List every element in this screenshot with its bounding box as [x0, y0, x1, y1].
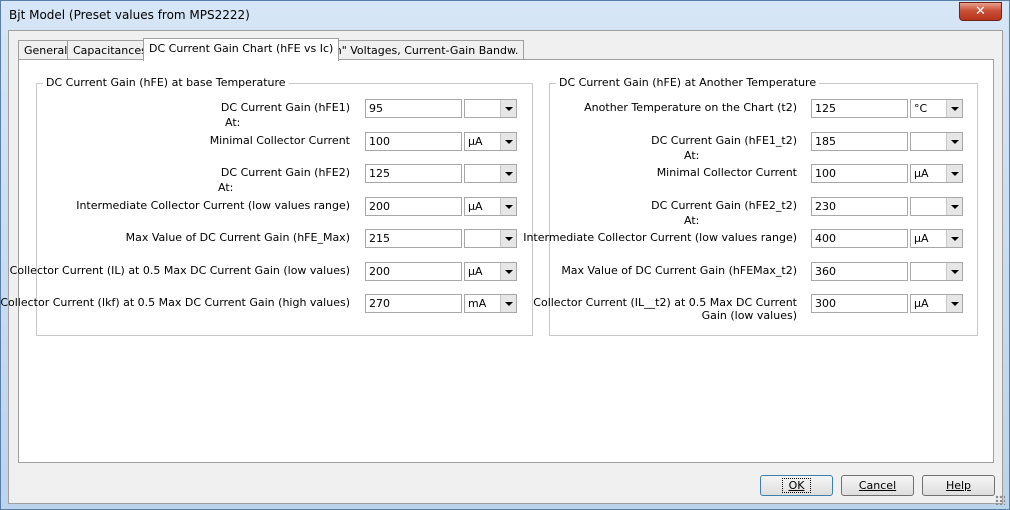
- label-hfe1-t2: DC Current Gain (hFE1_t2): [651, 134, 797, 147]
- chevron-down-icon: [500, 230, 516, 247]
- intermediate-collector-current-unit-value: µA: [468, 200, 483, 213]
- close-icon: ✕: [975, 4, 986, 19]
- label-temperature-t2: Another Temperature on the Chart (t2): [584, 101, 797, 114]
- collector-current-ikf-input[interactable]: [365, 294, 462, 313]
- group-base-temperature: DC Current Gain (hFE) at base Temperatur…: [0, 76, 533, 336]
- chevron-down-icon: [946, 133, 962, 150]
- group-title: DC Current Gain (hFE) at base Temperatur…: [43, 76, 289, 89]
- chevron-down-icon: [500, 295, 516, 312]
- collector-current-il-t2-unit-value: µA: [914, 297, 929, 310]
- intermediate-collector-current-t2-unit-value: µA: [914, 232, 929, 245]
- chevron-down-icon: [500, 133, 516, 150]
- cancel-button[interactable]: Cancel: [841, 475, 914, 496]
- chevron-down-icon: [946, 263, 962, 280]
- help-button-label: Help: [945, 479, 972, 492]
- collector-current-ikf-unit-select[interactable]: mA: [464, 294, 517, 313]
- ok-button-label: OK: [781, 478, 812, 493]
- intermediate-collector-current-input[interactable]: [365, 197, 462, 216]
- ok-button[interactable]: OK: [760, 475, 833, 496]
- intermediate-collector-current-t2-input[interactable]: [811, 229, 908, 248]
- collector-current-il-t2-unit-select[interactable]: µA: [910, 294, 963, 313]
- tab-general[interactable]: General: [18, 40, 74, 60]
- group-another-temperature: DC Current Gain (hFE) at Another Tempera…: [523, 76, 978, 336]
- collector-current-il-unit-select[interactable]: µA: [464, 262, 517, 281]
- hfe-max-input[interactable]: [365, 229, 462, 248]
- collector-current-il-t2-input[interactable]: [811, 294, 908, 313]
- chevron-down-icon: [946, 165, 962, 182]
- hfe1-t2-unit-select[interactable]: [910, 132, 963, 151]
- resize-grip-icon[interactable]: [995, 495, 1005, 505]
- dialog-client: General Capacitances DC Current Gain Cha…: [0, 30, 1003, 504]
- label-intermediate-collector-current: Intermediate Collector Current (low valu…: [76, 199, 350, 212]
- close-button[interactable]: ✕: [959, 2, 1002, 21]
- at-label: At:: [225, 116, 241, 129]
- hfe1-unit-select[interactable]: [464, 99, 517, 118]
- chevron-down-icon: [500, 263, 516, 280]
- collector-current-il-unit-value: µA: [468, 265, 483, 278]
- min-collector-current-input[interactable]: [365, 132, 462, 151]
- intermediate-collector-current-t2-unit-select[interactable]: µA: [910, 229, 963, 248]
- dialog-window: Bjt Model (Preset values from MPS2222) ✕…: [0, 0, 1010, 510]
- hfe2-input[interactable]: [365, 164, 462, 183]
- group-title: DC Current Gain (hFE) at Another Tempera…: [556, 76, 820, 89]
- chevron-down-icon: [946, 230, 962, 247]
- label-collector-current-il-t2-line2: Gain (low values): [701, 309, 797, 322]
- tab-on-voltages[interactable]: "On" Voltages, Current-Gain Bandw.: [315, 40, 525, 60]
- collector-current-il-input[interactable]: [365, 262, 462, 281]
- chevron-down-icon: [500, 198, 516, 215]
- temperature-unit-select[interactable]: °C: [910, 99, 963, 118]
- tab-capacitances[interactable]: Capacitances: [67, 40, 153, 60]
- min-collector-current-unit-select[interactable]: µA: [464, 132, 517, 151]
- label-intermediate-collector-current-t2: Intermediate Collector Current (low valu…: [523, 231, 797, 244]
- label-hfe2-t2: DC Current Gain (hFE2_t2): [651, 199, 797, 212]
- chevron-down-icon: [500, 100, 516, 117]
- collector-current-ikf-unit-value: mA: [468, 297, 487, 310]
- hfe-max-t2-input[interactable]: [811, 262, 908, 281]
- label-hfe2: DC Current Gain (hFE2): [220, 166, 350, 179]
- window-title: Bjt Model (Preset values from MPS2222): [9, 8, 250, 22]
- hfe-max-t2-unit-select[interactable]: [910, 262, 963, 281]
- at-label: At:: [218, 181, 234, 194]
- cancel-button-label: Cancel: [858, 479, 897, 492]
- label-collector-current-ikf: Collector Current (Ikf) at 0.5 Max DC Cu…: [0, 296, 350, 309]
- chevron-down-icon: [946, 198, 962, 215]
- hfe1-input[interactable]: [365, 99, 462, 118]
- at-label: At:: [684, 214, 700, 227]
- at-label: At:: [684, 149, 700, 162]
- hfe1-t2-input[interactable]: [811, 132, 908, 151]
- intermediate-collector-current-unit-select[interactable]: µA: [464, 197, 517, 216]
- hfe-max-unit-select[interactable]: [464, 229, 517, 248]
- min-collector-current-t2-unit-value: µA: [914, 167, 929, 180]
- chevron-down-icon: [946, 100, 962, 117]
- min-collector-current-t2-unit-select[interactable]: µA: [910, 164, 963, 183]
- chevron-down-icon: [946, 295, 962, 312]
- help-button[interactable]: Help: [922, 475, 995, 496]
- min-collector-current-unit-value: µA: [468, 135, 483, 148]
- label-min-collector-current-t2: Minimal Collector Current: [656, 166, 797, 179]
- hfe2-t2-input[interactable]: [811, 197, 908, 216]
- tab-dc-current-gain-chart[interactable]: DC Current Gain Chart (hFE vs Ic): [143, 38, 340, 61]
- hfe2-t2-unit-select[interactable]: [910, 197, 963, 216]
- label-hfe-max-t2: Max Value of DC Current Gain (hFEMax_t2): [561, 264, 797, 277]
- temperature-unit-value: °C: [914, 102, 928, 115]
- temperature-t2-input[interactable]: [811, 99, 908, 118]
- chevron-down-icon: [500, 165, 516, 182]
- hfe2-unit-select[interactable]: [464, 164, 517, 183]
- label-collector-current-il: Collector Current (IL) at 0.5 Max DC Cur…: [9, 264, 350, 277]
- label-hfe-max: Max Value of DC Current Gain (hFE_Max): [125, 231, 350, 244]
- tab-panel: DC Current Gain (hFE) at base Temperatur…: [0, 59, 994, 463]
- min-collector-current-t2-input[interactable]: [811, 164, 908, 183]
- label-hfe1: DC Current Gain (hFE1): [220, 101, 350, 114]
- label-collector-current-il-t2: Collector Current (IL__t2) at 0.5 Max DC…: [533, 296, 797, 309]
- label-min-collector-current: Minimal Collector Current: [209, 134, 350, 147]
